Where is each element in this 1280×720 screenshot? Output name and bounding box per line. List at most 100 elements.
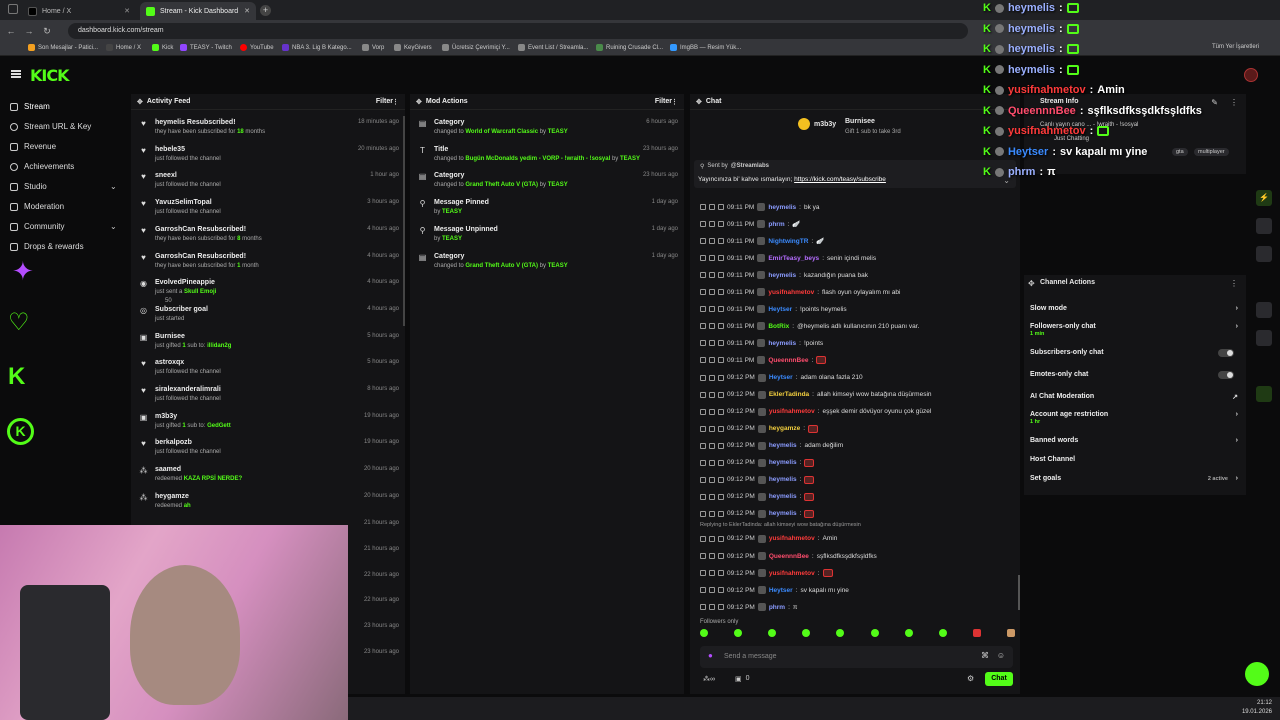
activity-item[interactable]: ⁂ saamed redeemed KAZA RPSİ NERDE? 20 hours… [137,463,400,489]
ban-icon[interactable] [718,204,724,210]
delete-icon[interactable] [700,289,706,296]
delete-icon[interactable] [700,204,706,210]
activity-item[interactable]: 21 hours ago [364,543,399,569]
emote-icon[interactable] [870,629,879,637]
lightning-icon[interactable]: ⚡ [1256,190,1272,206]
timeout-icon[interactable] [709,459,715,466]
close-icon[interactable]: ✕ [124,7,130,15]
delete-icon[interactable] [700,442,706,449]
emote-icon[interactable] [972,629,981,637]
message-username[interactable]: EmirTeasy_beys [768,255,819,262]
ban-icon[interactable] [718,289,724,296]
message-username[interactable]: NightwingTR [768,238,808,245]
delete-icon[interactable] [700,408,706,415]
emote-icon[interactable] [802,629,811,637]
ban-icon[interactable] [718,425,724,432]
timeout-icon[interactable] [709,323,715,330]
layout-icon[interactable] [1256,302,1272,318]
ban-icon[interactable] [718,510,724,517]
channel-action-set-goals[interactable]: Set goals 2 active › [1030,475,1238,482]
ban-icon[interactable] [718,391,724,398]
ban-icon[interactable] [718,535,724,542]
timeout-icon[interactable] [709,289,715,296]
emote-icon[interactable] [768,629,777,637]
emote-icon[interactable] [836,629,845,637]
activity-item[interactable]: ◉ EvolvedPineappie just sent a Skull Emoji… [137,276,399,304]
timeout-icon[interactable] [709,238,715,245]
activity-item[interactable]: 23 hours ago [364,646,399,672]
chat-message[interactable]: 09:12 PM Heytser: adam olana fazla 210 [700,373,863,382]
message-username[interactable]: QueennnBee [768,357,808,364]
pinned-message[interactable]: ⚲ Sent by @Streamlabs Yayıncınıza bi' ka… [694,160,1016,188]
more-icon[interactable]: ⋮ [1230,98,1238,107]
delete-icon[interactable] [700,459,706,466]
sidebar-item-revenue[interactable]: Revenue [10,142,56,151]
url-field[interactable]: dashboard.kick.com/stream [68,23,968,39]
chat-message[interactable]: 09:11 PM BotRix: @heymelis adlı kullanıcın… [700,322,919,331]
send-chat-button[interactable]: Chat [985,672,1013,686]
channel-action-host-channel[interactable]: Host Channel [1030,456,1238,463]
chat-message[interactable]: 09:12 PM heymelis: [700,475,815,484]
delete-icon[interactable] [700,493,706,500]
chat-message[interactable]: 09:11 PM QueennnBee: [700,356,827,365]
message-username[interactable]: yusifnahmetov [768,289,814,296]
close-icon[interactable]: ✕ [244,7,250,15]
ban-icon[interactable] [718,374,724,381]
toggle-switch[interactable] [1218,371,1234,379]
chat-message[interactable]: 09:12 PM heymelis: adam değilim [700,441,843,450]
message-username[interactable]: BotRix [768,323,789,330]
message-username[interactable]: heymelis [769,476,797,483]
sidebar-item-achievements[interactable]: Achievements [10,162,74,171]
avatar[interactable] [1244,68,1258,82]
command-icon[interactable]: ⌘ [981,651,989,660]
message-username[interactable]: heymelis [769,459,797,466]
chat-message[interactable]: 09:11 PM phrm: 🪽 [700,220,801,229]
timeout-icon[interactable] [709,604,715,611]
timeout-icon[interactable] [709,535,715,542]
activity-item[interactable]: ♥ sneexl just followed the channel 1 hour a… [137,169,399,195]
drag-handle-icon[interactable]: ✥ [416,98,422,106]
timeout-icon[interactable] [709,340,715,347]
scrollbar[interactable] [403,116,405,326]
chat-message[interactable]: 09:12 PM heymelis: [700,458,815,467]
timeout-icon[interactable] [709,255,715,262]
delete-icon[interactable] [700,587,706,594]
toggle-switch[interactable] [1218,349,1234,357]
chat-message[interactable]: 09:12 PM yusifnahmetov: Amin [700,534,837,543]
delete-icon[interactable] [700,221,706,228]
filter-button[interactable]: Filter [376,98,393,105]
message-username[interactable]: heymelis [768,204,796,211]
ban-icon[interactable] [718,493,724,500]
ban-icon[interactable] [718,476,724,483]
message-username[interactable]: heygamze [769,425,800,432]
chat-message[interactable]: 09:11 PM heymelis: !points [700,339,823,348]
sidebar-item-moderation[interactable]: Moderation [10,202,64,211]
message-username[interactable]: yusifnahmetov [769,535,815,542]
message-username[interactable]: heymelis [769,442,797,449]
delete-icon[interactable] [700,272,706,279]
delete-icon[interactable] [700,374,706,381]
delete-icon[interactable] [700,604,706,611]
message-username[interactable]: heymelis [769,510,797,517]
bookmark-item[interactable]: YouTube [240,44,274,51]
message-username[interactable]: QueennnBee [769,553,809,560]
channel-action-emotes-only-chat[interactable]: Emotes-only chat [1030,371,1238,379]
drag-handle-icon[interactable]: ✥ [696,98,702,106]
chat-message[interactable]: 09:12 PM Heytser: sv kapalı mı yine [700,586,849,595]
timeout-icon[interactable] [709,391,715,398]
chat-message[interactable]: 09:12 PM heygamze: [700,424,819,433]
timeout-icon[interactable] [709,442,715,449]
bookmark-item[interactable]: TEASY - Twitch [180,44,232,51]
bookmark-item[interactable]: Kick [152,44,173,51]
bookmark-item[interactable]: NBA 3. Lig B Katego... [282,44,352,51]
sidebar-item-drops[interactable]: Drops & rewards [10,242,84,251]
bookmark-item[interactable]: Home / X [106,44,141,51]
activity-item[interactable]: ♥ berkalpozb just followed the channel 19 h… [137,436,399,462]
ban-icon[interactable] [718,459,724,466]
message-username[interactable]: Heytser [769,374,793,381]
more-icon[interactable]: ⋮ [392,98,399,106]
chat-message[interactable]: 09:12 PM phrm: π [700,603,797,612]
chat-message[interactable]: 09:12 PM heymelis: [700,509,815,518]
reload-icon[interactable]: ↻ [40,24,54,38]
timeout-icon[interactable] [709,374,715,381]
